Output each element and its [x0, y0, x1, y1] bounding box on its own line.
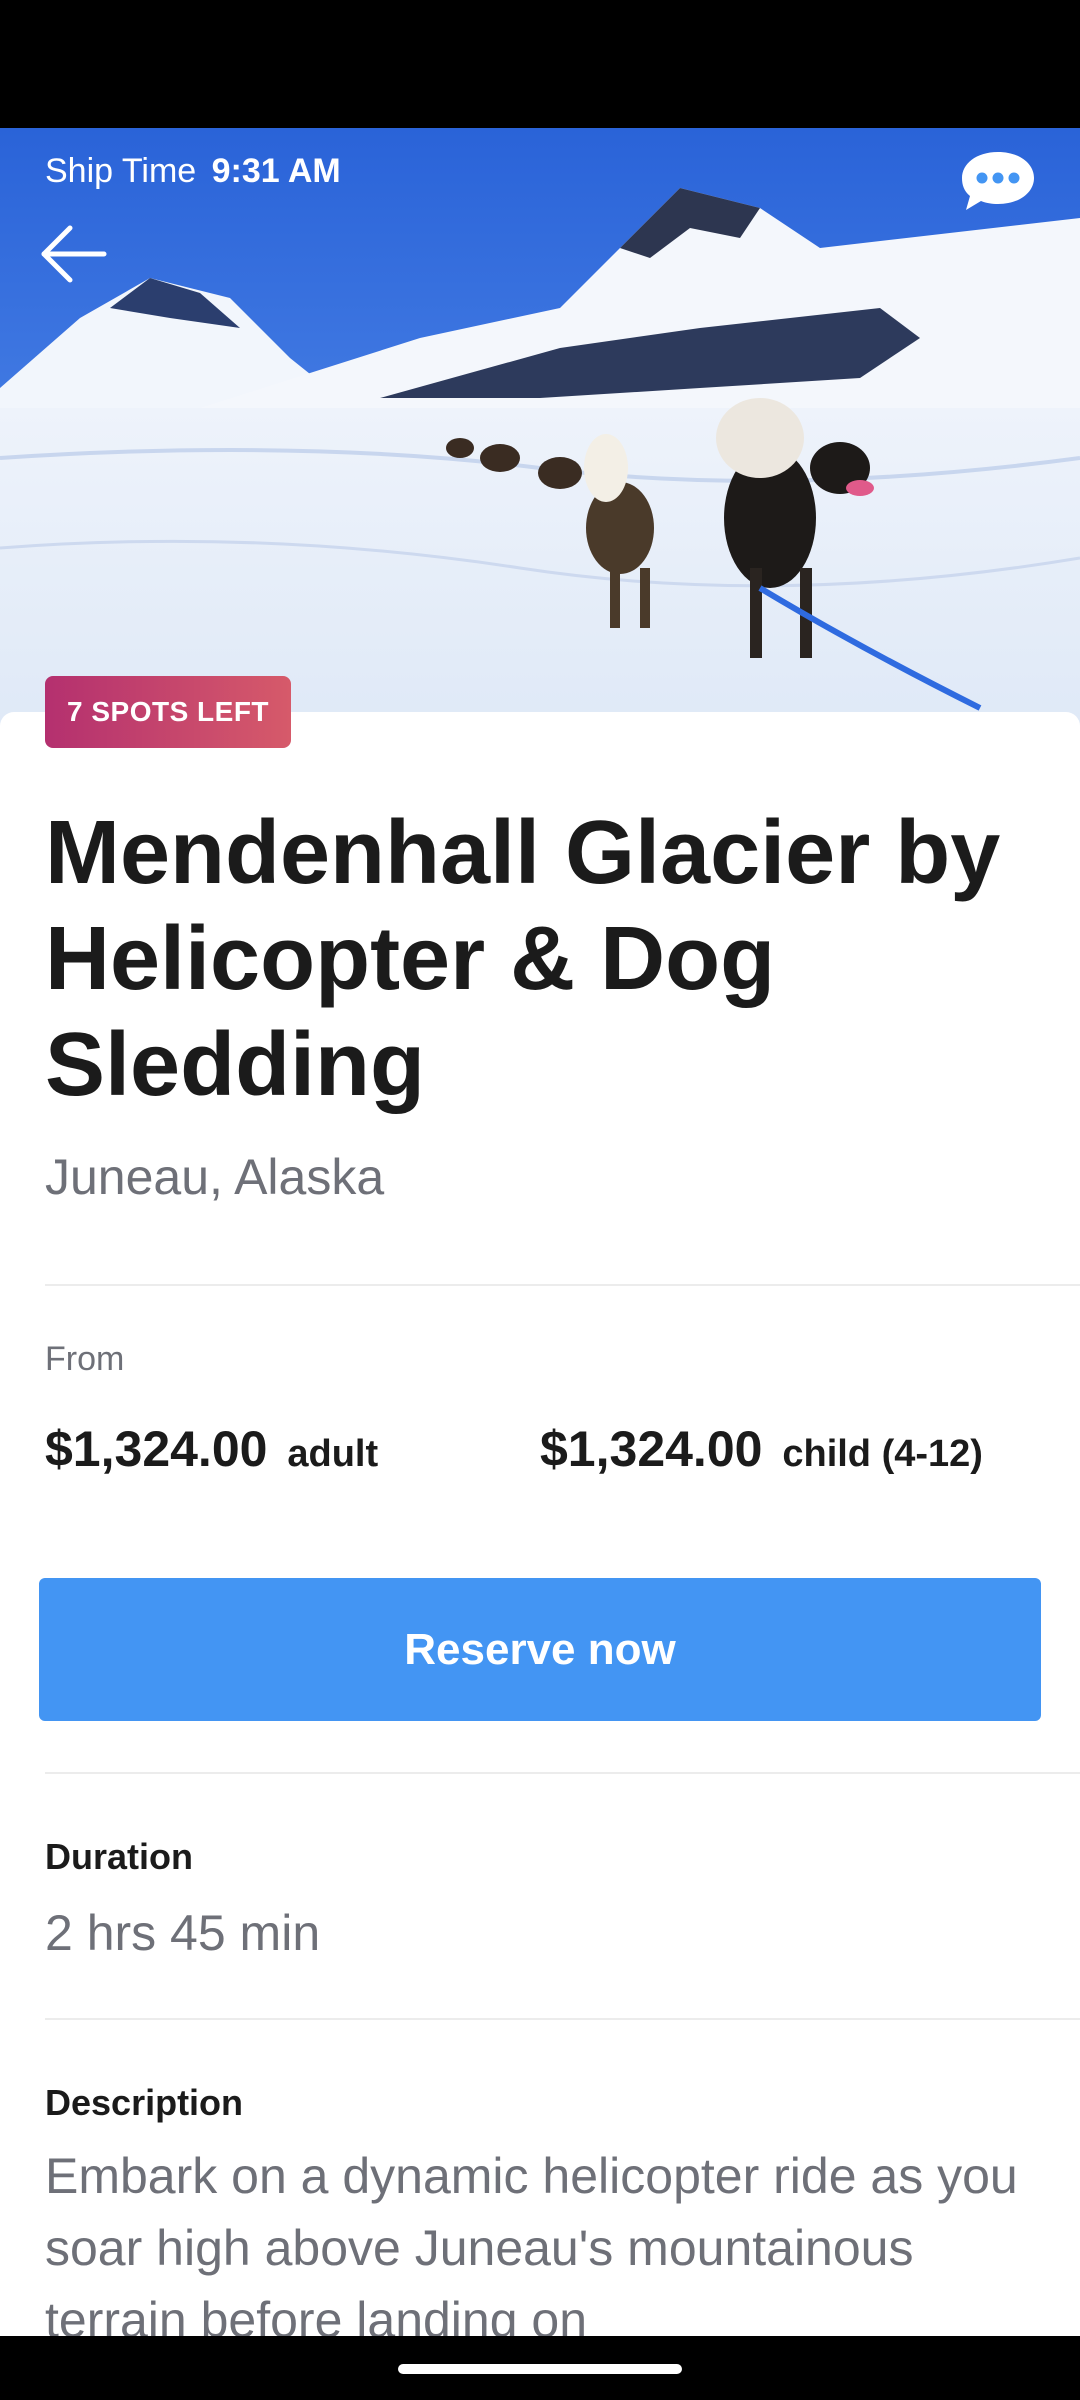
duration-label: Duration	[45, 1836, 193, 1877]
status-bar	[0, 0, 1080, 128]
hero-image	[0, 128, 1080, 728]
back-button[interactable]	[36, 216, 112, 292]
glacier-dog-sled-photo	[0, 128, 1080, 728]
child-price: $1,324.00 child (4-12)	[540, 1420, 983, 1478]
duration-value: 2 hrs 45 min	[45, 1905, 321, 1961]
arrow-left-icon	[41, 225, 107, 283]
child-price-unit: child (4-12)	[782, 1433, 983, 1475]
home-indicator[interactable]	[398, 2364, 682, 2374]
ship-time-value: 9:31 AM	[211, 152, 341, 190]
divider	[45, 1772, 1080, 1774]
description-label: Description	[45, 2082, 244, 2123]
reserve-now-button[interactable]: Reserve now	[39, 1578, 1041, 1721]
child-price-value: $1,324.00	[540, 1421, 763, 1477]
ship-time-label: Ship Time	[45, 152, 197, 190]
description-text: Embark on a dynamic helicopter ride as y…	[45, 2148, 1018, 2348]
adult-price-value: $1,324.00	[45, 1421, 268, 1477]
adult-price: $1,324.00 adult	[45, 1420, 378, 1478]
excursion-title: Mendenhall Glacier by Helicopter & Dog S…	[45, 803, 1001, 1115]
spots-left-badge: 7 SPOTS LEFT	[45, 676, 292, 748]
divider	[45, 1284, 1080, 1286]
ship-time: Ship Time 9:31 AM	[45, 152, 341, 191]
divider	[45, 2018, 1080, 2020]
chat-button[interactable]	[958, 146, 1038, 216]
excursion-location: Juneau, Alaska	[45, 1149, 385, 1205]
adult-price-unit: adult	[287, 1433, 379, 1475]
chat-bubble-icon	[962, 152, 1034, 210]
price-from-label: From	[45, 1340, 125, 1378]
